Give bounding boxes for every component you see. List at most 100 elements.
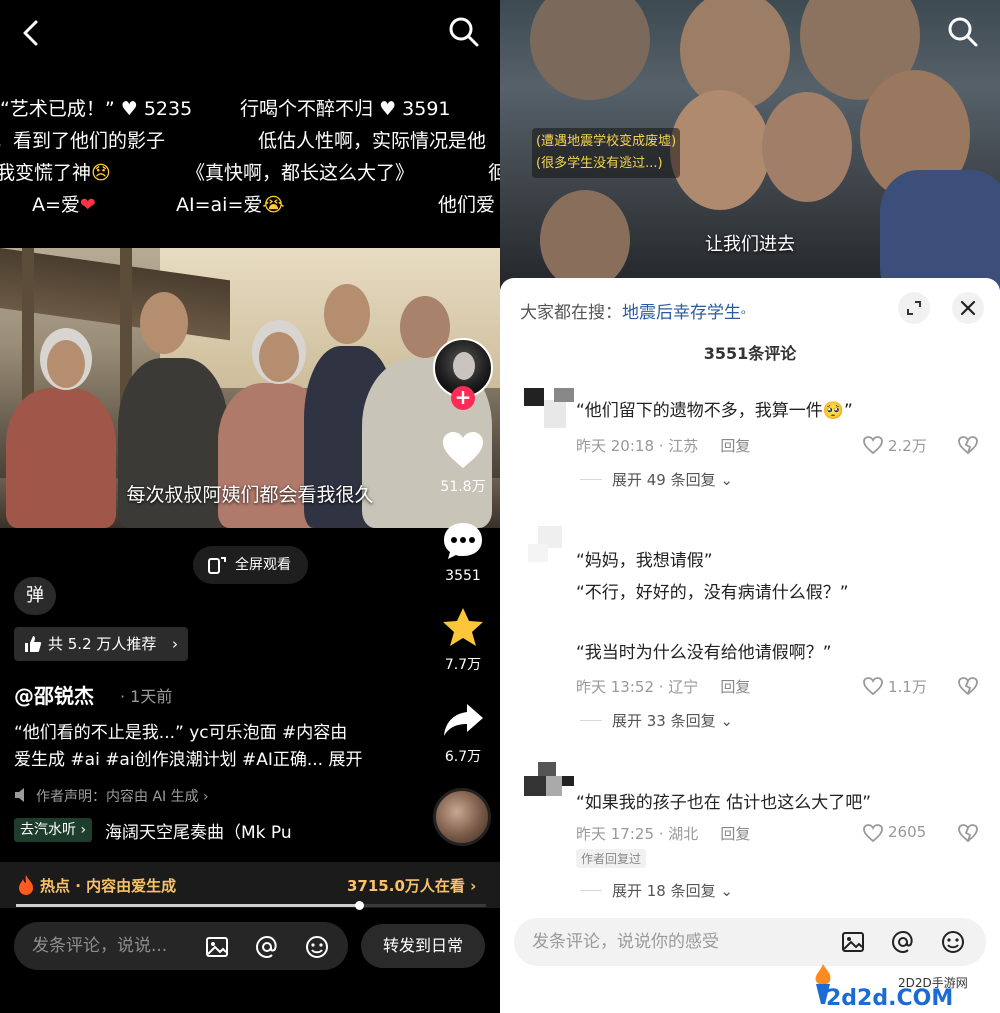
comment-total: 3551条评论 (703, 344, 797, 363)
expand-replies-button[interactable]: 展开 18 条回复 ⌄ (612, 880, 733, 901)
video-subtitle: 让我们进去 (705, 234, 795, 255)
comment-like-button[interactable]: 1.1万 (862, 676, 927, 697)
avatar[interactable] (524, 524, 576, 570)
video-caption-box: (遭遇地震学校变成废墟) (很多学生没有逃过...) (532, 128, 681, 178)
favorite-button[interactable]: 7.7万 (433, 606, 493, 674)
flame-icon (19, 875, 33, 895)
comment-text: “不行，好好的，没有病请什么假？” (576, 583, 849, 603)
comment-meta: 昨天 20:18 · 江苏 回复 (576, 437, 751, 455)
danmaku-item: 他们爱 (438, 194, 496, 216)
comment-like-button[interactable]: 2.2万 (862, 435, 927, 456)
forward-to-daily-button[interactable]: 转发到日常 (361, 924, 485, 968)
danmaku-item: 我变慌了神😞 (0, 162, 111, 184)
progress-handle[interactable] (355, 901, 365, 910)
close-sheet-button[interactable] (952, 292, 984, 324)
fullscreen-button[interactable]: 全屏观看 (193, 546, 308, 584)
hot-topic-bar[interactable]: 热点 · 内容由爱生成 3715.0万人在看 › (0, 862, 500, 908)
emoji-icon[interactable] (304, 934, 330, 960)
search-icon[interactable] (446, 14, 482, 50)
search-small-icon: ᵒ (741, 307, 746, 321)
site-watermark: 2D2D手游网 2d2d.COM (808, 960, 983, 1011)
thumbs-up-icon (25, 636, 42, 652)
trending-search[interactable]: 大家都在搜：地震后幸存学生ᵒ (520, 298, 746, 323)
music-disc[interactable] (433, 788, 491, 846)
right-comment-panel: (遭遇地震学校变成废墟) (很多学生没有逃过...) 让我们进去 大家都在搜：地… (500, 0, 1000, 1013)
expand-replies-button[interactable]: 展开 49 条回复 ⌄ (612, 469, 733, 490)
image-icon[interactable] (204, 934, 230, 960)
reply-button[interactable]: 回复 (720, 678, 750, 696)
danmaku-item: “艺术已成！” ♥ 5235 (0, 98, 193, 120)
comment-text: “我当时为什么没有给他请假啊？” (576, 643, 832, 663)
like-count: 51.8万 (440, 479, 486, 495)
comment-input-box[interactable] (514, 918, 986, 966)
star-icon (443, 608, 483, 646)
video-progress-bar[interactable] (16, 901, 486, 910)
share-arrow-icon (444, 704, 483, 736)
music-name[interactable]: 海阔天空尾奏曲（Mk Pu (105, 818, 292, 843)
music-app-tag[interactable]: 去汽水听 › (14, 818, 93, 842)
heart-outline-icon (863, 436, 883, 455)
close-icon (960, 300, 976, 316)
left-video-panel: “艺术已成！” ♥ 5235 行喝个不醉不归 ♥ 3591 ，看到了他们的影子 … (0, 0, 500, 1013)
avatar[interactable] (524, 762, 576, 808)
trending-keyword[interactable]: 地震后幸存学生 (622, 303, 741, 323)
video-frame-top[interactable]: (遭遇地震学校变成废墟) (很多学生没有逃过...) 让我们进去 (500, 0, 1000, 290)
reply-button[interactable]: 回复 (720, 825, 750, 843)
comment-input[interactable] (32, 922, 202, 970)
danmaku-item: 低估人性啊，实际情况是他 (258, 130, 487, 152)
comment-count: 3551 (445, 568, 481, 584)
share-button[interactable]: 6.7万 (433, 700, 493, 766)
broken-heart-icon[interactable] (957, 435, 979, 455)
image-icon[interactable] (840, 929, 866, 955)
back-arrow-icon[interactable] (14, 16, 48, 50)
expand-description-link[interactable]: 展开 (329, 750, 363, 770)
speaker-icon (15, 788, 24, 802)
comment-like-button[interactable]: 2605 (862, 823, 926, 843)
author-replied-badge: 作者回复过 (576, 849, 647, 868)
danmaku-item: 《真快啊，都长这么大了》 (186, 162, 415, 184)
post-time: · 1天前 (120, 687, 173, 706)
ai-declaration[interactable]: 作者声明：内容由 AI 生成 › (14, 786, 209, 806)
emoji-icon[interactable] (940, 929, 966, 955)
heart-icon (443, 432, 483, 468)
expand-icon (907, 301, 921, 315)
comment-bubble-icon (444, 523, 482, 559)
at-mention-icon[interactable] (890, 929, 916, 955)
danmaku-item: ，看到了他们的影子 (0, 130, 166, 152)
search-icon[interactable] (945, 14, 981, 50)
recommend-button[interactable]: 共 5.2 万人推荐 › (14, 627, 188, 661)
comment-input-box[interactable] (14, 922, 348, 970)
viewer-count: 3715.0万人在看 › (347, 877, 477, 895)
like-button[interactable]: 51.8万 (433, 430, 493, 496)
expand-sheet-button[interactable] (898, 292, 930, 324)
chevron-right-icon: › (172, 635, 178, 653)
comment-input[interactable] (532, 918, 812, 966)
fullscreen-icon (208, 557, 226, 574)
watermark-domain: 2d2d.COM (826, 986, 954, 1011)
video-description: “他们看的不止是我...” yc可乐泡面 #内容由 爱生成 #ai #ai创作浪… (14, 723, 363, 770)
share-count: 6.7万 (444, 749, 482, 765)
comment-button[interactable]: 3551 (433, 520, 493, 584)
person-figure (6, 388, 116, 528)
comment-meta: 昨天 17:25 · 湖北 回复 (576, 825, 751, 843)
hot-topic-label: 热点 · 内容由爱生成 (40, 877, 177, 895)
danmaku-item: 行喝个不醉不归 ♥ 3591 (240, 98, 451, 120)
favorite-count: 7.7万 (444, 657, 482, 673)
avatar[interactable] (524, 386, 576, 432)
reply-button[interactable]: 回复 (720, 437, 750, 455)
danmaku-item: A=爱❤ (32, 194, 96, 216)
author-name[interactable]: @邵锐杰 (14, 680, 94, 709)
at-mention-icon[interactable] (254, 934, 280, 960)
video-frame[interactable]: 每次叔叔阿姨们都会看我很久 (0, 248, 500, 528)
broken-heart-icon[interactable] (957, 676, 979, 696)
follow-plus-icon[interactable]: + (451, 386, 475, 410)
comment-sheet: 大家都在搜：地震后幸存学生ᵒ 3551条评论 “他们留下的遗物不多，我算一件🥺”… (500, 278, 1000, 1013)
danmaku-item: 徊 (488, 162, 500, 184)
expand-replies-button[interactable]: 展开 33 条回复 ⌄ (612, 710, 733, 731)
video-subtitle: 每次叔叔阿姨们都会看我很久 (126, 484, 374, 506)
comment-text: “他们留下的遗物不多，我算一件🥺” (576, 401, 853, 421)
comment-text: “如果我的孩子也在 估计也这么大了吧” (576, 793, 872, 813)
heart-outline-icon (863, 677, 883, 696)
danmaku-toggle-button[interactable]: 弹 (14, 577, 56, 615)
broken-heart-icon[interactable] (957, 823, 979, 843)
